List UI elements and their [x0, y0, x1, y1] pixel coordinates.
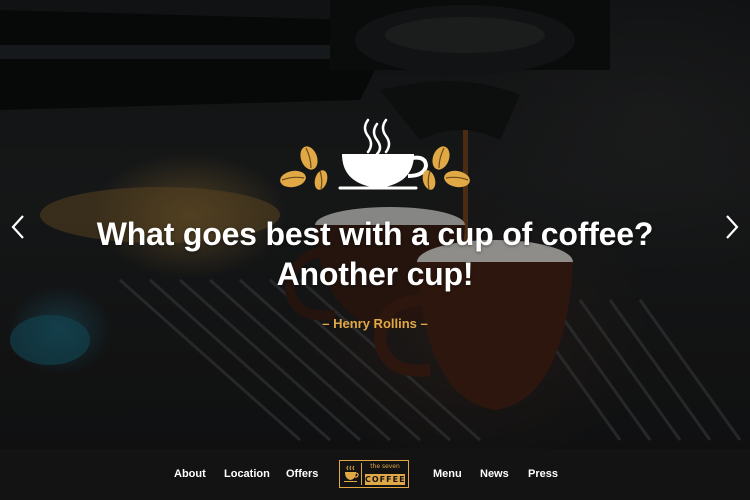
brand-logo[interactable]: the seven COFFEE: [339, 460, 409, 488]
hero-quote: What goes best with a cup of coffee? Ano…: [0, 214, 750, 294]
page: What goes best with a cup of coffee? Ano…: [0, 0, 750, 500]
chevron-right-icon: [726, 215, 739, 239]
quote-line-1: What goes best with a cup of coffee?: [96, 216, 654, 252]
coffee-cup-with-beans-icon: [280, 118, 470, 190]
coffee-cup-icon: [344, 465, 359, 482]
nav-item-about[interactable]: About: [174, 468, 206, 480]
hero-slider: What goes best with a cup of coffee? Ano…: [0, 0, 750, 449]
nav-item-offers[interactable]: Offers: [286, 468, 318, 480]
brand-divider: [361, 463, 362, 485]
brand-tagline: the seven: [370, 463, 400, 470]
chevron-left-icon: [11, 215, 24, 239]
nav-item-location[interactable]: Location: [224, 468, 270, 480]
nav-item-menu[interactable]: Menu: [433, 468, 462, 480]
slider-next-button[interactable]: [722, 214, 742, 240]
quote-author: – Henry Rollins –: [322, 316, 428, 331]
nav-item-press[interactable]: Press: [528, 468, 558, 480]
nav-item-news[interactable]: News: [480, 468, 509, 480]
brand-wordmark: COFFEE: [365, 474, 406, 485]
slider-prev-button[interactable]: [8, 214, 28, 240]
quote-line-2: Another cup!: [276, 256, 474, 292]
